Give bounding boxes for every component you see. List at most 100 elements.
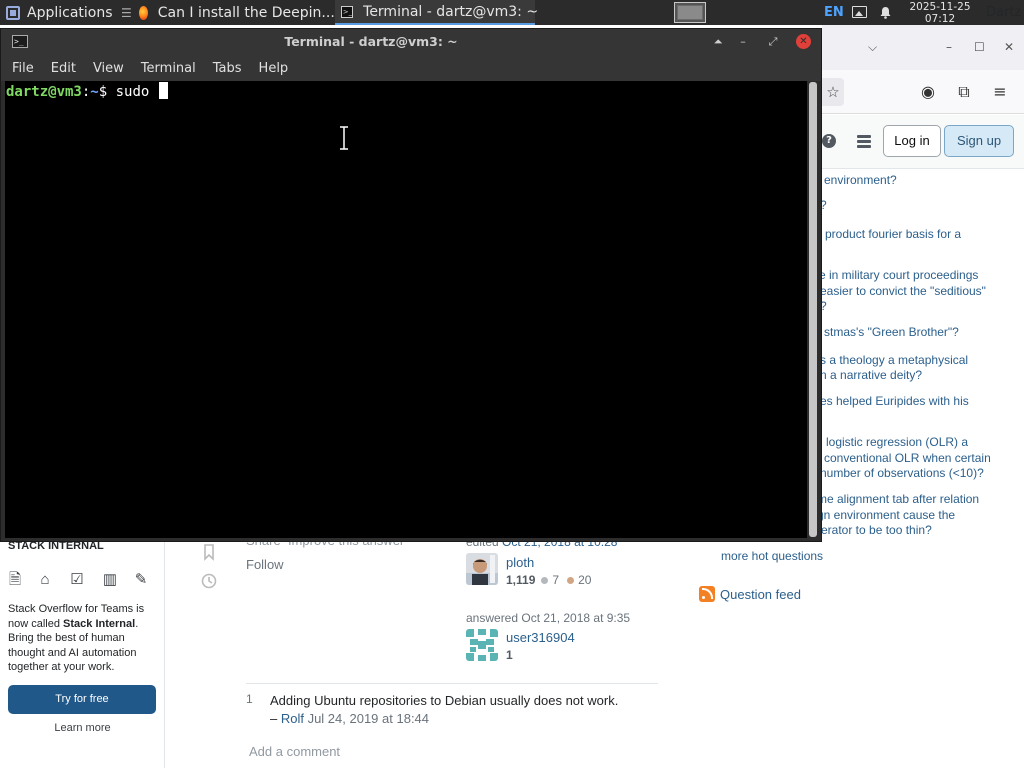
account-icon[interactable]: ◉ — [918, 82, 938, 102]
list-tabs-icon[interactable]: ⌵ — [868, 40, 877, 55]
hamburger-menu-icon[interactable]: ≡ — [990, 82, 1010, 102]
user-menu[interactable]: Dartz — [986, 0, 1021, 25]
more-hot-questions-link[interactable]: more hot questions — [721, 549, 823, 563]
hot-question-link[interactable]: environment? — [824, 173, 897, 188]
bronze-count: 20 — [578, 573, 592, 587]
signup-button[interactable]: Sign up — [944, 125, 1014, 157]
author-name[interactable]: user316904 — [506, 630, 575, 645]
workspace-preview — [677, 5, 703, 20]
menu-help[interactable]: Help — [259, 61, 289, 76]
browser-tabstrip: ⌵ – ☐ ✕ — [822, 25, 1024, 70]
hot-question-link[interactable]: es helped Euripides with his — [820, 394, 969, 409]
shade-icon[interactable]: ⏶ — [710, 34, 726, 50]
applications-menu[interactable]: Applications — [0, 0, 118, 25]
learn-more-link[interactable]: Learn more — [0, 722, 165, 734]
bronze-badge-icon — [567, 576, 575, 584]
try-for-free-button[interactable]: Try for free — [8, 685, 156, 714]
comment-text: Adding Ubuntu repositories to Debian usu… — [270, 693, 619, 708]
close-window-icon[interactable]: ✕ — [1004, 40, 1014, 54]
question-feed-label: Question feed — [720, 586, 801, 602]
terminal-menubar: File Edit View Terminal Tabs Help — [1, 55, 821, 81]
minimize-icon[interactable]: – — [946, 40, 952, 54]
login-button[interactable]: Log in — [883, 125, 941, 157]
document-icon: 🗎 — [8, 571, 22, 588]
clock[interactable]: 2025-11-25 07:12 — [900, 0, 980, 25]
hot-question-link[interactable]: gn environment cause the — [817, 508, 955, 523]
hot-question-link[interactable]: product fourier basis for a — [825, 227, 961, 242]
taskbar-terminal[interactable]: >_ Terminal - dartz@vm3: ~ — [334, 0, 539, 25]
terminal-output[interactable]: dartz@vm3:~$ sudo — [5, 81, 807, 538]
hot-question-link[interactable]: erator to be too thin? — [821, 523, 932, 538]
top-panel: Applications ☰ Can I install the Deepin.… — [0, 0, 1024, 25]
taskbar-firefox[interactable]: Can I install the Deepin... — [138, 0, 335, 25]
terminal-titlebar[interactable]: >_ Terminal - dartz@vm3: ~ ⏶ – ⤢ ✕ — [1, 29, 821, 55]
left-sidebar: STACK INTERNAL 🗎 ⌂ ☑ ▥ ✎ Stack Overflow … — [0, 540, 165, 768]
menu-terminal[interactable]: Terminal — [141, 61, 196, 76]
close-icon[interactable]: ✕ — [796, 34, 811, 49]
notification-bell-icon[interactable] — [879, 6, 892, 19]
editor-reputation: 1,119 7 20 — [506, 573, 591, 587]
follow-link[interactable]: Follow — [246, 557, 284, 572]
bookmark-icon[interactable] — [200, 543, 218, 561]
history-icon[interactable] — [200, 572, 218, 590]
hot-question-link[interactable]: n a narrative deity? — [820, 368, 922, 383]
scrollbar-thumb[interactable] — [809, 82, 817, 537]
hot-question-link[interactable]: s a theology a metaphysical — [820, 353, 968, 368]
ai-icon: ✎ — [134, 571, 148, 588]
comment-body: Adding Ubuntu repositories to Debian usu… — [270, 692, 660, 728]
browser-toolbar: ☆ ◉ ⧉ ≡ — [822, 70, 1024, 114]
author-reputation: 1 — [506, 648, 519, 662]
hot-question-link[interactable]: e in military court proceedings — [819, 268, 978, 283]
comment-author-link[interactable]: Rolf — [281, 711, 304, 726]
hot-question-link[interactable]: logistic regression (OLR) a — [826, 435, 968, 450]
terminal-icon: >_ — [340, 5, 354, 18]
silver-count: 7 — [552, 573, 560, 587]
question-feed-link[interactable]: Question feed — [699, 586, 801, 602]
menu-tabs[interactable]: Tabs — [213, 61, 242, 76]
screenshot-icon[interactable] — [852, 6, 867, 18]
stack-internal-description: Stack Overflow for Teams is now called S… — [8, 602, 156, 675]
chart-icon: ▥ — [102, 571, 118, 588]
help-icon[interactable]: ? — [822, 134, 836, 148]
prompt-line: dartz@vm3:~$ sudo — [6, 82, 806, 102]
inbox-icon[interactable] — [856, 133, 872, 149]
editor-name[interactable]: ploth — [506, 555, 534, 570]
keyboard-layout-indicator[interactable]: EN — [824, 0, 844, 25]
clock-time: 07:12 — [924, 13, 956, 25]
hot-question-link[interactable]: stmas's "Green Brother"? — [824, 325, 959, 340]
extensions-icon[interactable]: ⧉ — [954, 82, 974, 102]
identicon-avatar[interactable] — [466, 629, 498, 661]
taskbar-terminal-label: Terminal - dartz@vm3: ~ — [363, 3, 539, 20]
prompt-path: ~ — [90, 84, 99, 100]
menu-view[interactable]: View — [93, 61, 124, 76]
menu-file[interactable]: File — [12, 61, 34, 76]
hot-question-link[interactable]: easier to convict the "seditious" — [820, 284, 986, 299]
clock-date: 2025-11-25 — [909, 1, 971, 13]
menu-separator-icon: ☰ — [121, 5, 132, 20]
terminal-window[interactable]: >_ Terminal - dartz@vm3: ~ ⏶ – ⤢ ✕ File … — [0, 28, 822, 542]
user-avatar[interactable] — [466, 553, 498, 585]
add-comment-link[interactable]: Add a comment — [249, 744, 340, 759]
answered-time: answered Oct 21, 2018 at 9:35 — [466, 611, 631, 625]
hot-question-link[interactable]: conventional OLR when certain — [824, 451, 991, 466]
hot-question-link[interactable]: me alignment tab after relation — [817, 492, 979, 507]
prompt-symbol: $ — [98, 84, 116, 100]
terminal-title: Terminal - dartz@vm3: ~ — [284, 34, 458, 49]
bookmark-star-icon[interactable]: ☆ — [822, 78, 844, 106]
hot-question-link[interactable]: number of observations (<10)? — [820, 466, 984, 481]
maximize-icon[interactable]: ☐ — [974, 40, 985, 54]
text-cursor — [158, 82, 168, 99]
workspace-switcher[interactable] — [674, 2, 706, 23]
comment-score: 1 — [246, 692, 253, 706]
firefox-icon — [138, 5, 148, 20]
desc-bold: Stack Internal — [63, 617, 136, 630]
terminal-scrollbar[interactable] — [808, 82, 818, 537]
prompt-user-host: dartz@vm3 — [6, 84, 82, 100]
maximize-icon[interactable]: ⤢ — [765, 34, 781, 50]
minimize-icon[interactable]: – — [735, 34, 751, 50]
comment-divider — [246, 683, 658, 684]
command-input[interactable]: sudo — [116, 84, 158, 100]
silver-badge-icon — [541, 576, 549, 584]
rss-icon — [699, 586, 715, 602]
menu-edit[interactable]: Edit — [51, 61, 76, 76]
